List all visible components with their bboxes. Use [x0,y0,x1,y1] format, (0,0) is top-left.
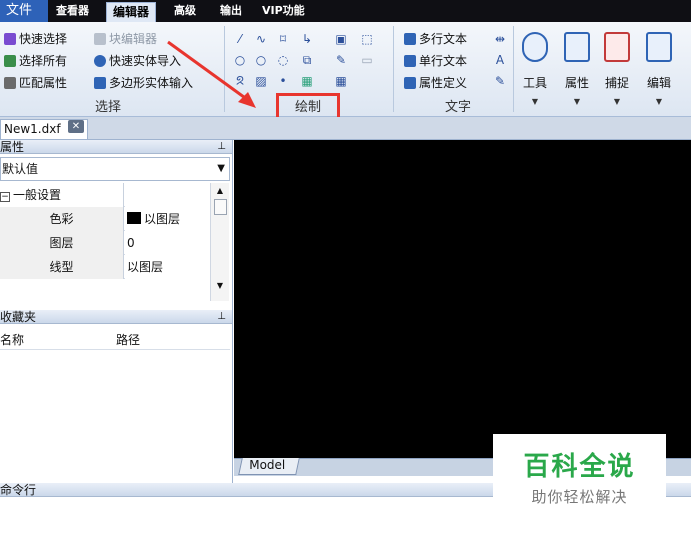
polyline-icon[interactable]: ↳ [300,32,314,46]
model-tab[interactable]: Model [238,458,300,475]
annotation-arrow [167,40,256,108]
rectangle-icon[interactable]: ⌑ [276,32,290,46]
scroll-thumb[interactable] [213,199,227,215]
text-a-icon [404,33,416,45]
scroll-up-icon[interactable]: ▲ [211,186,229,195]
color-swatch [127,212,141,224]
dot-icon[interactable]: • [276,74,290,88]
favorites-col-name[interactable]: 名称 [0,331,24,348]
scroll-down-icon[interactable]: ▼ [211,281,229,290]
menu-file[interactable]: 文件 [0,0,48,22]
property-row[interactable]: 线型 以图层 [0,255,210,279]
menu-advanced[interactable]: 高级 [168,0,202,22]
table-icon[interactable]: ▦ [334,74,348,88]
ribbon-separator [393,26,394,112]
property-section-row[interactable]: − 一般设置 [0,183,210,207]
drawing-canvas[interactable] [234,140,691,458]
property-grid-scrollbar[interactable]: ▲ ▼ [210,183,229,301]
select-group-label: 选择 [94,100,121,115]
properties-button[interactable]: 属性 ▼ [560,30,594,114]
copy-icon[interactable]: ⧉ [300,53,314,67]
edit-icon [646,32,672,62]
region-icon[interactable]: ⬚ [360,32,374,46]
arc-icon[interactable]: ◌ [276,53,290,67]
funnel-icon [4,33,16,45]
chevron-down-icon: ▼ [531,97,539,106]
text-group-label: 文字 [444,100,471,115]
pin-icon[interactable]: ⊥ [217,310,226,324]
tools-icon [522,32,548,62]
chevron-down-icon: ▼ [655,97,663,106]
stext-button[interactable]: 单行文本 [404,52,467,70]
default-value-select[interactable]: 默认值 ▼ [0,157,230,181]
polygon-icon [94,77,106,89]
favorites-panel-header: 收藏夹 ⊥ [0,310,232,324]
edit-text-icon[interactable]: ✎ [493,74,507,88]
ribbon: 快速选择 块编辑器 选择所有 快速实体导入 匹配属性 多边形实体输入 选择 ⁄ … [0,22,691,117]
highlight-box [276,93,340,120]
favorites-column-headers: 名称 路径 [0,328,230,350]
watermark-title: 百科全说 [523,452,636,482]
favorites-col-path[interactable]: 路径 [116,331,140,348]
pin-icon[interactable]: ⊥ [217,140,226,154]
menu-viewer[interactable]: 查看器 [50,0,95,22]
dimension-icon[interactable]: ⇹ [493,32,507,46]
disabled-tool-icon[interactable]: ▭ [360,53,374,67]
magnet-icon [604,32,630,62]
plus-icon [94,55,106,67]
menu-output[interactable]: 输出 [214,0,248,22]
properties-panel-header: 属性 ⊥ [0,140,232,154]
chevron-down-icon: ▼ [573,97,581,106]
close-icon[interactable]: ✕ [68,120,84,133]
text-style-icon[interactable]: A [493,53,507,67]
menu-bar: 文件 查看器 编辑器 高级 输出 VIP功能 [0,0,691,22]
ribbon-separator [513,26,514,112]
image-icon[interactable]: ▦ [300,74,314,88]
pen-icon[interactable]: ✎ [334,53,348,67]
menu-vip[interactable]: VIP功能 [256,0,311,22]
menu-editor[interactable]: 编辑器 [106,2,157,22]
watermark-logo: 百科全说 助你轻松解决 [493,434,666,520]
text-a-icon [404,55,416,67]
tools-button[interactable]: 工具 ▼ [518,30,552,114]
edit-button[interactable]: 编辑 ▼ [642,30,676,114]
mtext-button[interactable]: 多行文本 [404,30,467,48]
attr-def-button[interactable]: 属性定义 [404,74,467,92]
quick-select-button[interactable]: 快速选择 [4,30,67,48]
snap-button[interactable]: 捕捉 ▼ [600,30,634,114]
document-tab-bar: New1.dxf ✕ [0,117,691,140]
collapse-icon[interactable]: − [0,192,10,202]
block-icon [94,33,106,45]
match-props-button[interactable]: 匹配属性 [4,74,67,92]
property-row[interactable]: 图层 0 [0,231,210,255]
chevron-down-icon: ▼ [613,97,621,106]
block-editor-button[interactable]: 块编辑器 [94,30,157,48]
watermark-subtitle: 助你轻松解决 [531,488,628,506]
properties-icon [564,32,590,62]
select-all-button[interactable]: 选择所有 [4,52,67,70]
brush-icon [4,77,16,89]
chevron-down-icon: ▼ [217,163,225,174]
block-insert-icon[interactable]: ▣ [334,32,348,46]
select-all-icon [4,55,16,67]
attribute-icon [404,77,416,89]
left-panel: 属性 ⊥ 默认值 ▼ − 一般设置 色彩 以图层 图层 0 线型 以图层 ▲ ▼… [0,140,233,483]
property-row[interactable]: 色彩 以图层 [0,207,210,231]
